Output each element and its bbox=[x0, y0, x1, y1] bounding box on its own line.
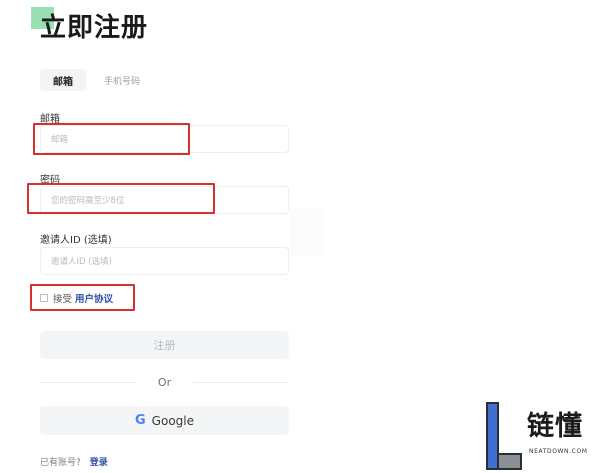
watermark-logo: 链懂 NEATDOWN.COM bbox=[486, 402, 596, 470]
invite-placeholder: 邀请人ID (选填) bbox=[51, 257, 112, 267]
password-label: 密码 bbox=[40, 175, 60, 186]
password-input[interactable]: 您的密码需至少8位 bbox=[40, 186, 289, 214]
tab-phone[interactable]: 手机号码 bbox=[104, 69, 140, 91]
ghost-artifact bbox=[290, 208, 324, 256]
tab-email[interactable]: 邮箱 bbox=[40, 69, 86, 91]
password-placeholder: 您的密码需至少8位 bbox=[51, 196, 125, 206]
watermark-text: 链懂 bbox=[527, 411, 583, 442]
divider-line-right bbox=[193, 381, 289, 383]
user-agreement-link[interactable]: 用户协议 bbox=[75, 291, 113, 305]
or-text: Or bbox=[157, 375, 172, 389]
watermark-l-icon bbox=[486, 402, 522, 470]
login-prompt: 已有账号? 登录 bbox=[40, 455, 108, 468]
page-title: 立即注册 bbox=[40, 13, 149, 43]
email-placeholder: 邮箱 bbox=[51, 135, 69, 145]
google-signin-button[interactable]: G Google bbox=[40, 406, 289, 435]
agreement-prefix: 接受 bbox=[53, 294, 73, 305]
login-link[interactable]: 登录 bbox=[90, 455, 108, 468]
register-button[interactable]: 注册 bbox=[40, 331, 289, 359]
google-icon: G bbox=[135, 413, 146, 428]
or-divider: Or bbox=[40, 374, 289, 390]
login-prompt-text: 已有账号? bbox=[40, 458, 81, 468]
invite-label: 邀请人ID (选填) bbox=[40, 235, 112, 246]
watermark-subtext: NEATDOWN.COM bbox=[529, 448, 588, 455]
google-label: Google bbox=[151, 413, 194, 428]
divider-line-left bbox=[40, 381, 136, 383]
invite-input[interactable]: 邀请人ID (选填) bbox=[40, 247, 289, 275]
email-input[interactable]: 邮箱 bbox=[40, 125, 289, 153]
email-label: 邮箱 bbox=[40, 114, 60, 125]
agreement-row: 接受 用户协议 bbox=[40, 290, 113, 306]
agreement-checkbox[interactable] bbox=[40, 294, 48, 302]
